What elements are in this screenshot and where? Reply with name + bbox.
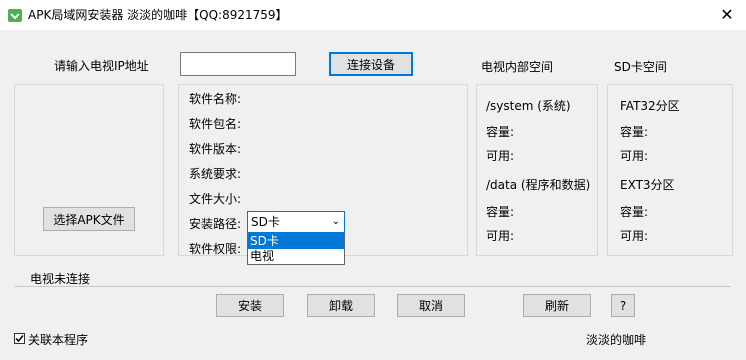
internal-storage-panel: /system (系统) 容量: 可用: /data (程序和数据) 容量: 可… xyxy=(476,84,598,256)
title-bar: APK局域网安装器 淡淡的咖啡【QQ:8921759】 ✕ xyxy=(0,0,746,30)
connect-button[interactable]: 连接设备 xyxy=(329,52,413,76)
data-partition-title: /data (程序和数据) xyxy=(486,178,591,192)
cancel-button[interactable]: 取消 xyxy=(397,294,465,317)
ip-label: 请输入电视IP地址 xyxy=(54,59,149,73)
permission-label: 软件权限: xyxy=(189,242,242,256)
sd-storage-header: SD卡空间 xyxy=(614,60,667,74)
system-available-label: 可用: xyxy=(486,149,515,163)
install-path-select[interactable]: SD卡 ⌄ xyxy=(247,211,345,233)
file-panel: 选择APK文件 xyxy=(14,84,164,256)
fat32-partition-title: FAT32分区 xyxy=(620,99,680,113)
author-label: 淡淡的咖啡 xyxy=(586,333,647,347)
refresh-button[interactable]: 刷新 xyxy=(523,294,591,317)
fat32-capacity-label: 容量: xyxy=(620,125,649,139)
system-partition-title: /system (系统) xyxy=(486,99,571,113)
size-label: 文件大小: xyxy=(189,192,242,206)
dropdown-option-sd[interactable]: SD卡 xyxy=(248,234,344,249)
chevron-down-icon[interactable]: ⌄ xyxy=(332,212,340,232)
associate-checkbox[interactable] xyxy=(14,333,25,344)
path-label: 安装路径: xyxy=(189,217,242,231)
data-capacity-label: 容量: xyxy=(486,205,515,219)
ext3-capacity-label: 容量: xyxy=(620,205,649,219)
ext3-partition-title: EXT3分区 xyxy=(620,178,675,192)
ip-input[interactable] xyxy=(180,52,296,76)
version-label: 软件版本: xyxy=(189,142,242,156)
install-path-value: SD卡 xyxy=(251,215,280,229)
requirement-label: 系统要求: xyxy=(189,167,242,181)
fat32-available-label: 可用: xyxy=(620,149,649,163)
associate-label[interactable]: 关联本程序 xyxy=(28,331,88,348)
close-icon[interactable]: ✕ xyxy=(716,4,738,26)
select-apk-button[interactable]: 选择APK文件 xyxy=(43,207,135,231)
info-panel: 软件名称: 软件包名: 软件版本: 系统要求: 文件大小: 安装路径: 软件权限… xyxy=(178,84,468,265)
window-title: APK局域网安装器 淡淡的咖啡【QQ:8921759】 xyxy=(28,8,288,22)
uninstall-button[interactable]: 卸载 xyxy=(307,294,375,317)
android-icon xyxy=(6,6,24,24)
install-button[interactable]: 安装 xyxy=(216,294,284,317)
name-label: 软件名称: xyxy=(189,92,242,106)
data-available-label: 可用: xyxy=(486,229,515,243)
checkmark-icon xyxy=(15,335,24,343)
install-path-dropdown: SD卡 电视 xyxy=(247,233,345,265)
system-capacity-label: 容量: xyxy=(486,125,515,139)
sd-storage-panel: FAT32分区 容量: 可用: EXT3分区 容量: 可用: xyxy=(607,84,733,256)
package-label: 软件包名: xyxy=(189,117,242,131)
divider xyxy=(14,286,731,287)
dropdown-option-tv[interactable]: 电视 xyxy=(248,249,344,264)
connection-status: 电视未连接 xyxy=(30,272,91,286)
internal-storage-header: 电视内部空间 xyxy=(481,60,554,74)
help-button[interactable]: ? xyxy=(611,294,635,317)
ext3-available-label: 可用: xyxy=(620,229,649,243)
main-client: 请输入电视IP地址 连接设备 电视内部空间 SD卡空间 选择APK文件 软件名称… xyxy=(0,30,746,360)
